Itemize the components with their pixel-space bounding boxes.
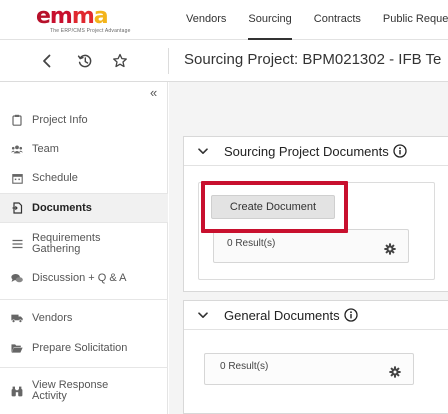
sidebar-item-discussion[interactable]: Discussion + Q & A bbox=[0, 268, 168, 288]
nav-sourcing[interactable]: Sourcing bbox=[248, 0, 292, 40]
page-toolbar: Sourcing Project: BPM021302 - IFB Te bbox=[0, 40, 448, 82]
sidebar-item-label: Team bbox=[32, 142, 59, 155]
folder-open-icon bbox=[11, 342, 23, 354]
sidebar-divider bbox=[0, 222, 168, 223]
chevron-down-icon[interactable] bbox=[198, 147, 210, 155]
page-title: Sourcing Project: BPM021302 - IFB Te bbox=[184, 51, 442, 68]
sidebar-item-project-info[interactable]: Project Info bbox=[0, 110, 168, 130]
results-count: 0 Result(s) bbox=[227, 238, 276, 249]
sidebar-item-label: Vendors bbox=[32, 311, 73, 324]
sidebar-item-view-response-activity[interactable]: View Response Activity bbox=[0, 377, 168, 405]
sidebar-item-label: Project Info bbox=[32, 113, 88, 126]
results-bar: 0 Result(s) bbox=[204, 353, 414, 385]
sidebar-item-label: View Response Activity bbox=[32, 379, 109, 402]
sidebar-item-requirements-gathering[interactable]: Requirements Gathering bbox=[0, 230, 168, 258]
sidebar: « Project Info Team Schedule Documents R… bbox=[0, 82, 168, 414]
comments-icon bbox=[11, 272, 23, 284]
sidebar-item-team[interactable]: Team bbox=[0, 139, 168, 159]
sidebar-item-schedule[interactable]: Schedule bbox=[0, 168, 168, 188]
document-icon bbox=[11, 202, 23, 214]
logo-tagline: The ERP/CMS Project Advantage bbox=[50, 28, 131, 34]
top-bar: emma The ERP/CMS Project Advantage Vendo… bbox=[0, 0, 448, 40]
sidebar-item-label: Schedule bbox=[32, 171, 78, 184]
binoculars-icon bbox=[11, 385, 23, 397]
sidebar-item-prepare-solicitation[interactable]: Prepare Solicitation bbox=[0, 338, 168, 358]
info-icon[interactable] bbox=[393, 144, 407, 158]
nav-public-requests[interactable]: Public Reque bbox=[383, 0, 448, 40]
info-icon[interactable] bbox=[343, 308, 358, 322]
sidebar-divider bbox=[0, 367, 168, 368]
gear-icon[interactable] bbox=[389, 365, 401, 378]
emma-logo[interactable]: emma The ERP/CMS Project Advantage bbox=[36, 4, 131, 36]
list-icon bbox=[11, 238, 23, 250]
general-documents-header[interactable]: General Documents bbox=[184, 301, 448, 330]
truck-icon bbox=[11, 312, 23, 324]
main-content: Sourcing Project Documents 0 Result(s) G… bbox=[169, 82, 448, 414]
general-documents-title: General Documents bbox=[224, 307, 340, 323]
clipboard-icon bbox=[11, 114, 23, 126]
chevron-left-icon[interactable] bbox=[36, 50, 58, 72]
create-document-button[interactable]: Create Document bbox=[211, 195, 335, 219]
sidebar-item-label: Prepare Solicitation bbox=[32, 341, 128, 354]
main-nav: Vendors Sourcing Contracts Public Reque bbox=[186, 0, 448, 40]
star-outline-icon[interactable] bbox=[109, 50, 131, 72]
logo-wordmark: emma bbox=[36, 4, 109, 29]
chevron-down-icon[interactable] bbox=[198, 311, 210, 319]
collapse-sidebar-icon[interactable]: « bbox=[150, 86, 157, 100]
sourcing-documents-header[interactable]: Sourcing Project Documents bbox=[184, 137, 448, 166]
sidebar-item-label: Documents bbox=[32, 201, 92, 214]
calendar-icon bbox=[11, 172, 23, 184]
sidebar-item-label: Discussion + Q & A bbox=[32, 271, 127, 284]
results-bar: 0 Result(s) bbox=[213, 229, 409, 263]
sidebar-item-label: Requirements Gathering bbox=[32, 232, 101, 255]
history-icon[interactable] bbox=[74, 50, 96, 72]
general-documents-panel: General Documents 0 Result(s) bbox=[183, 300, 448, 414]
nav-vendors[interactable]: Vendors bbox=[186, 0, 226, 40]
sidebar-divider bbox=[0, 299, 168, 300]
nav-contracts[interactable]: Contracts bbox=[314, 0, 361, 40]
sourcing-documents-title: Sourcing Project Documents bbox=[224, 143, 389, 159]
results-count: 0 Result(s) bbox=[220, 361, 269, 372]
sidebar-item-vendors[interactable]: Vendors bbox=[0, 308, 168, 328]
sidebar-item-documents[interactable]: Documents bbox=[0, 194, 168, 222]
users-icon bbox=[11, 143, 23, 155]
gear-icon[interactable] bbox=[384, 242, 396, 255]
toolbar-divider bbox=[168, 48, 169, 74]
